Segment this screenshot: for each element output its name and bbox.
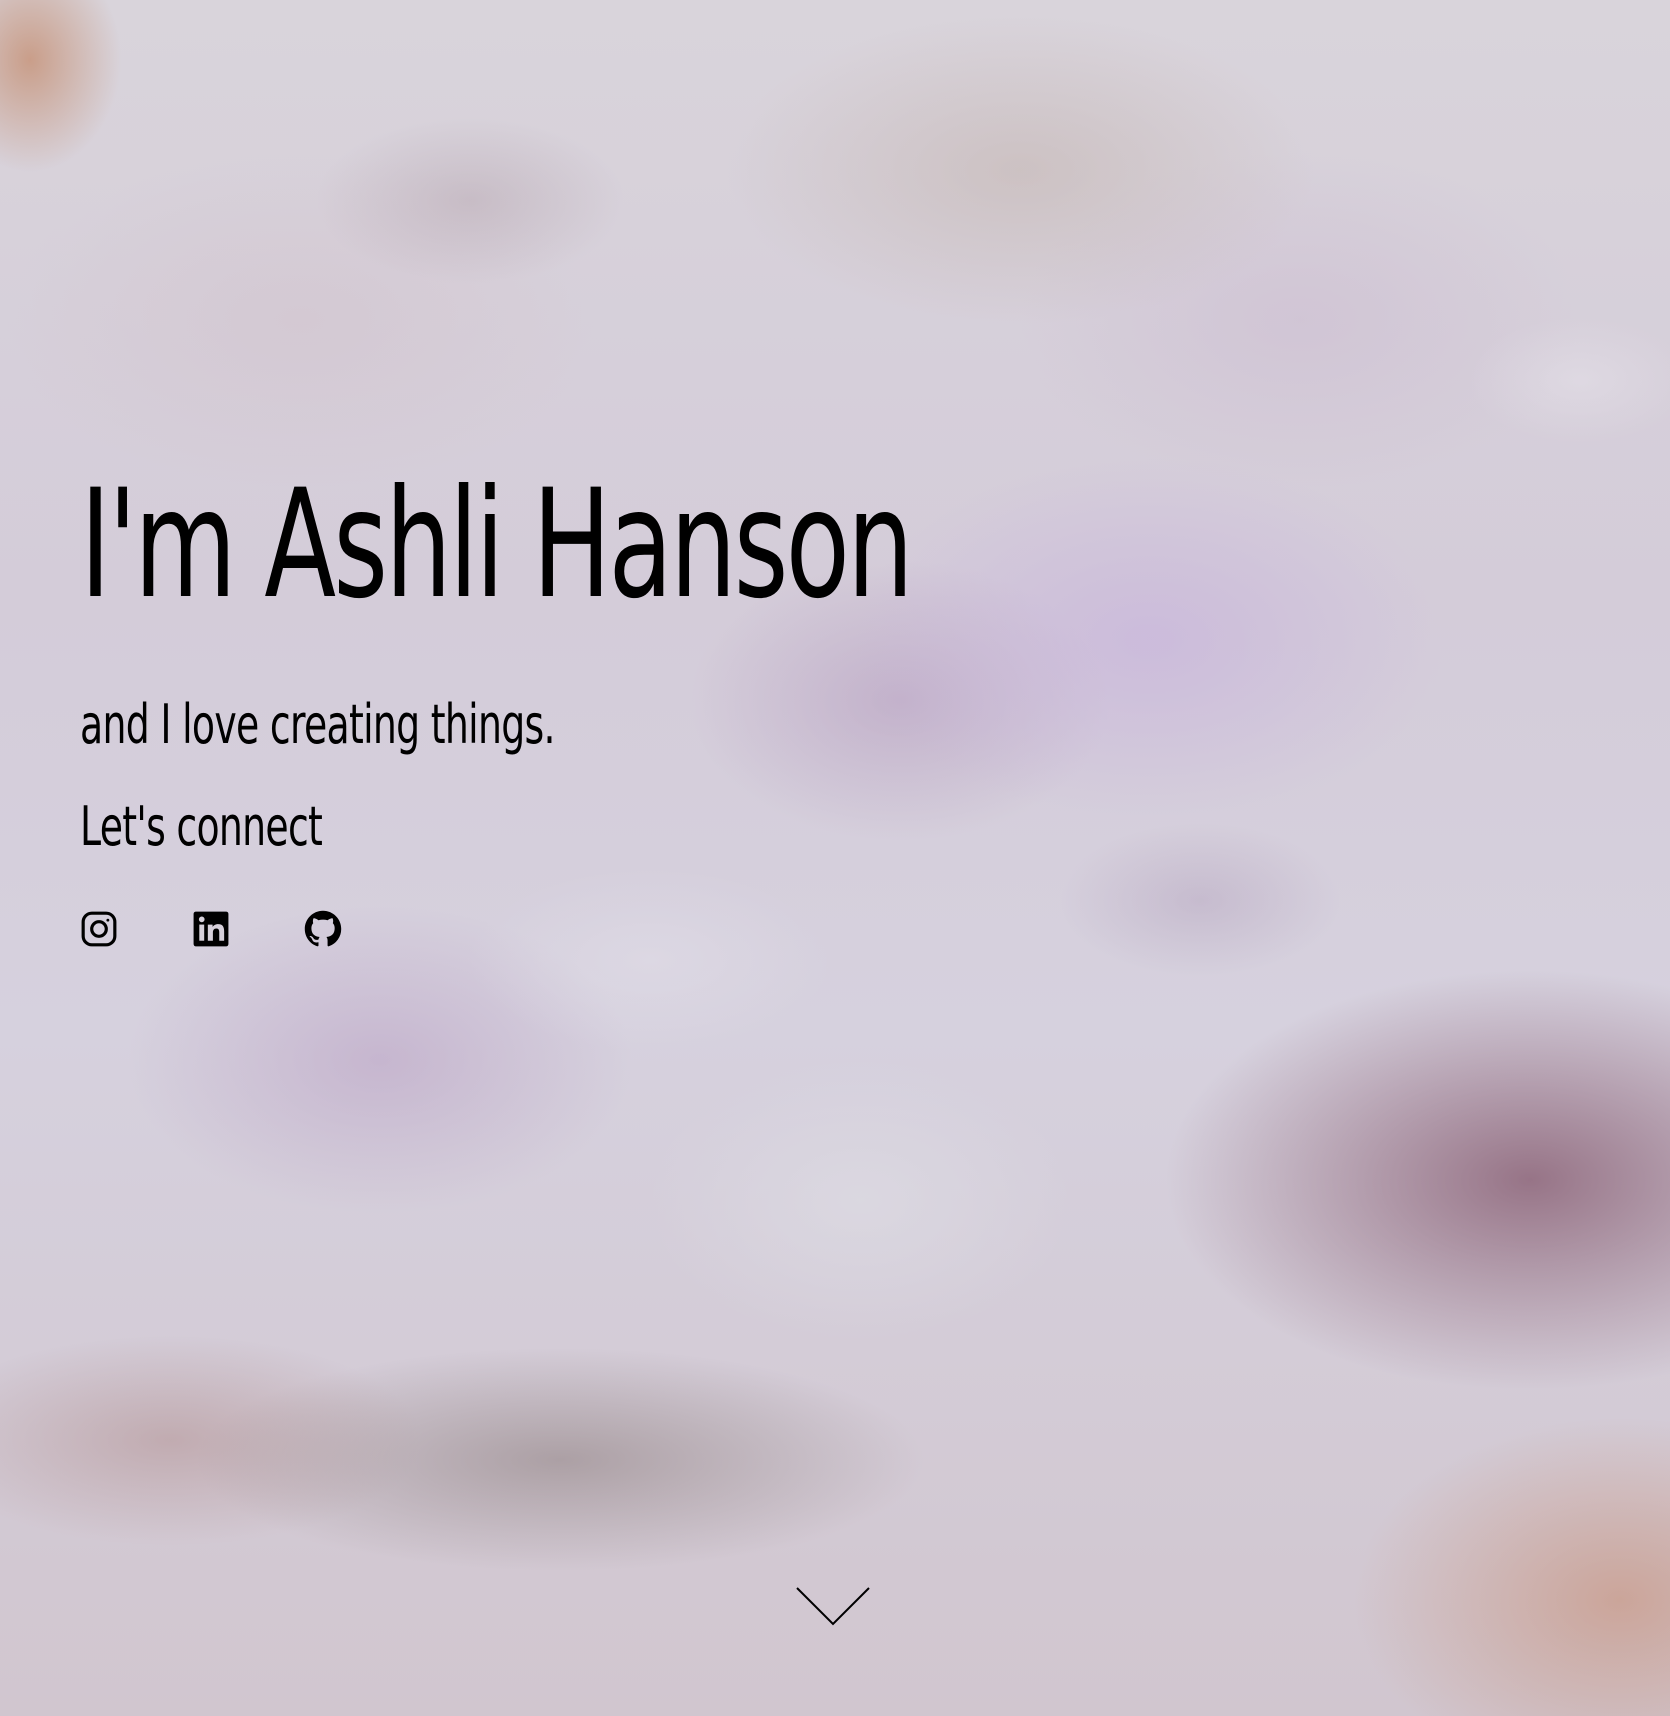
instagram-icon <box>81 911 117 947</box>
github-icon <box>304 910 342 947</box>
hero-section: I'm Ashli Hanson and I love creating thi… <box>80 458 1267 947</box>
hero-subtitle: and I love creating things. <box>80 693 556 756</box>
linkedin-link[interactable] <box>192 910 230 948</box>
page-title: I'm Ashli Hanson <box>80 458 914 632</box>
scroll-down-button[interactable] <box>795 1586 871 1628</box>
github-link[interactable] <box>304 910 342 948</box>
social-links <box>80 910 342 948</box>
linkedin-icon <box>193 911 229 947</box>
instagram-link[interactable] <box>80 910 118 948</box>
chevron-down-icon <box>796 1587 870 1626</box>
background-image <box>0 0 1670 1716</box>
connect-heading: Let's connect <box>80 795 323 858</box>
